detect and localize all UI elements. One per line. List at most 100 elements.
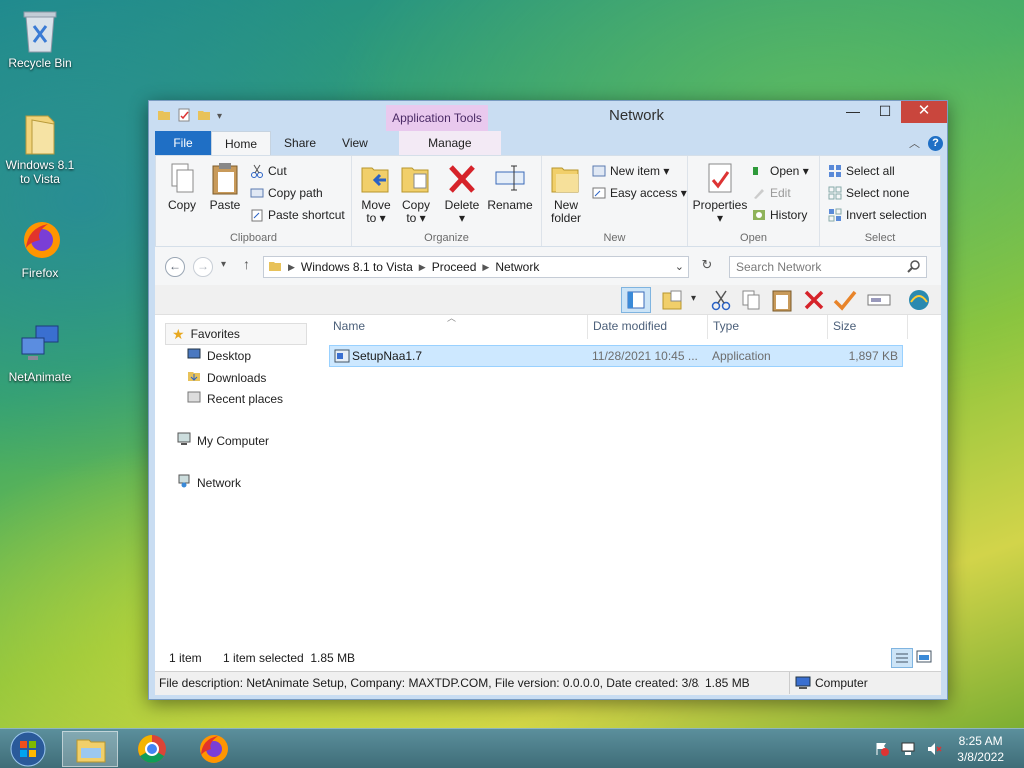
clock-time: 8:25 AM xyxy=(958,734,1003,748)
taskbar-clock[interactable]: 8:25 AM 3/8/2022 xyxy=(957,733,1004,765)
volume-muted-icon[interactable] xyxy=(926,741,942,760)
preview-pane-icon[interactable] xyxy=(621,287,651,313)
new-folder-button[interactable]: New folder xyxy=(546,162,586,225)
collapse-ribbon-icon[interactable]: ︿ xyxy=(909,135,920,151)
recent-locations-icon[interactable]: ▾ xyxy=(221,259,226,270)
delete-icon[interactable] xyxy=(803,289,825,314)
paste-shortcut-button[interactable]: Paste shortcut xyxy=(250,208,345,222)
breadcrumb-separator-icon[interactable]: ▶ xyxy=(482,262,489,273)
desktop-icon-recycle-bin[interactable]: Recycle Bin xyxy=(0,8,80,70)
nav-desktop[interactable]: Desktop xyxy=(187,348,251,363)
tab-share[interactable]: Share xyxy=(271,131,329,155)
cut-icon[interactable] xyxy=(711,289,731,314)
select-none-button[interactable]: Select none xyxy=(828,186,909,200)
up-arrow-icon[interactable]: ↑ xyxy=(243,256,250,272)
address-bar[interactable]: ▶ Windows 8.1 to Vista ▶ Proceed ▶ Netwo… xyxy=(263,256,689,278)
desktop-icon xyxy=(187,348,201,363)
breadcrumb-separator-icon[interactable]: ▶ xyxy=(288,262,295,273)
column-name[interactable]: Name xyxy=(333,319,365,333)
open-button[interactable]: Open ▾ xyxy=(752,164,809,178)
copy-icon[interactable] xyxy=(741,289,761,314)
column-date-modified[interactable]: Date modified xyxy=(593,319,667,333)
dropdown-arrow-icon[interactable]: ▾ xyxy=(691,293,696,304)
back-button[interactable]: ← xyxy=(165,257,185,277)
new-folder-icon[interactable] xyxy=(197,108,211,125)
desktop-icon-firefox[interactable]: Firefox xyxy=(0,218,80,280)
tab-view[interactable]: View xyxy=(329,131,381,155)
computer-icon xyxy=(177,432,191,449)
nav-network[interactable]: Network xyxy=(177,474,241,491)
tab-manage[interactable]: Manage xyxy=(398,131,501,155)
action-center-flag-icon[interactable] xyxy=(874,741,890,760)
status-bar: 1 item 1 item selected 1.85 MB xyxy=(155,645,941,671)
column-type[interactable]: Type xyxy=(713,319,739,333)
easy-access-button[interactable]: Easy access ▾ xyxy=(592,186,687,200)
nav-favorites[interactable]: ★ Favorites xyxy=(165,323,307,345)
network-computer-icon xyxy=(18,322,62,366)
nav-downloads[interactable]: Downloads xyxy=(187,369,266,386)
copy-button[interactable]: Copy xyxy=(164,162,200,212)
properties-button[interactable]: Properties ▾ xyxy=(692,162,748,225)
details-view-icon[interactable] xyxy=(891,648,913,668)
select-all-button[interactable]: Select all xyxy=(828,164,895,178)
paste-button[interactable]: Paste xyxy=(206,162,244,212)
rename-icon[interactable] xyxy=(867,291,891,312)
start-button[interactable] xyxy=(8,730,48,768)
checkmark-icon[interactable] xyxy=(833,289,857,314)
shell-icon[interactable] xyxy=(907,288,931,315)
paste-icon[interactable] xyxy=(771,288,793,315)
cut-button[interactable]: Cut xyxy=(250,164,287,178)
window-title: Network xyxy=(609,107,665,124)
minimize-button[interactable]: — xyxy=(837,101,869,123)
desktop-icon-windows-folder[interactable]: Windows 8.1 to Vista xyxy=(0,110,80,186)
tab-file[interactable]: File xyxy=(155,131,211,155)
open-icon xyxy=(752,164,766,178)
search-icon[interactable] xyxy=(907,259,921,276)
copy-path-button[interactable]: Copy path xyxy=(250,186,323,200)
column-size[interactable]: Size xyxy=(833,319,856,333)
help-icon[interactable]: ? xyxy=(928,135,943,151)
move-to-button[interactable]: Move to ▾ xyxy=(358,162,394,225)
folder-options-icon[interactable] xyxy=(661,289,685,314)
ribbon-tabs: File Home Share View Manage xyxy=(155,131,941,155)
table-row[interactable]: SetupNaa1.7 11/28/2021 10:45 ... Applica… xyxy=(329,345,903,367)
refresh-icon[interactable]: ↻ xyxy=(697,257,717,277)
properties-icon[interactable] xyxy=(177,108,191,125)
nav-my-computer[interactable]: My Computer xyxy=(177,432,269,449)
recent-places-icon xyxy=(187,390,201,407)
close-button[interactable]: ✕ xyxy=(901,101,947,123)
breadcrumb-separator-icon[interactable]: ▶ xyxy=(419,262,426,273)
invert-selection-button[interactable]: Invert selection xyxy=(828,208,927,222)
folder-icon xyxy=(268,259,282,276)
selection-info: 1 item selected 1.85 MB xyxy=(223,651,356,665)
group-label: Select xyxy=(864,232,896,244)
tab-home[interactable]: Home xyxy=(211,131,272,155)
nav-recent-places[interactable]: Recent places xyxy=(187,390,283,407)
breadcrumb-item[interactable]: Windows 8.1 to Vista xyxy=(301,260,413,274)
new-item-button[interactable]: New item ▾ xyxy=(592,164,669,178)
maximize-button[interactable]: ☐ xyxy=(869,101,901,123)
breadcrumb-item[interactable]: Network xyxy=(495,260,539,274)
large-icons-view-icon[interactable] xyxy=(915,649,933,668)
taskbar-explorer-button[interactable] xyxy=(62,731,118,767)
address-dropdown-icon[interactable]: ⌄ xyxy=(675,260,684,273)
network-tray-icon[interactable] xyxy=(900,741,916,760)
search-input[interactable]: Search Network xyxy=(729,256,927,278)
edit-button[interactable]: Edit xyxy=(752,186,791,200)
delete-x-icon xyxy=(446,162,478,196)
delete-button[interactable]: Delete ▾ xyxy=(442,162,482,225)
title-bar[interactable]: ▾ Application Tools Network — ☐ ✕ xyxy=(149,101,947,131)
desktop-icon-netanimate[interactable]: NetAnimate xyxy=(0,322,80,384)
taskbar-firefox-button[interactable] xyxy=(186,731,242,767)
rename-button[interactable]: Rename xyxy=(486,162,534,212)
customize-qat-icon[interactable]: ▾ xyxy=(217,111,222,122)
breadcrumb-item[interactable]: Proceed xyxy=(432,260,477,274)
history-button[interactable]: History xyxy=(752,208,807,222)
taskbar-chrome-button[interactable] xyxy=(124,731,180,767)
explorer-window[interactable]: ▾ Application Tools Network — ☐ ✕ File H… xyxy=(148,100,948,700)
organize-group: Move to ▾ Copy to ▾ Delete ▾ Rename Orga… xyxy=(352,156,542,246)
group-label: Organize xyxy=(424,232,469,244)
copy-to-button[interactable]: Copy to ▾ xyxy=(398,162,434,225)
forward-button[interactable]: → xyxy=(193,257,213,277)
recycle-bin-icon xyxy=(18,8,62,53)
